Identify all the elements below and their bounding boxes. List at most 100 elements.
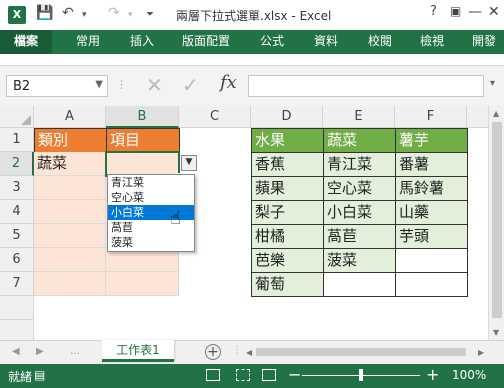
- column-header-b[interactable]: B: [106, 106, 179, 128]
- normal-view-icon[interactable]: [206, 369, 220, 381]
- tab-insert[interactable]: 插入: [124, 30, 160, 54]
- save-icon[interactable]: 💾: [36, 5, 53, 21]
- horizontal-scrollbar[interactable]: ◀ ▶: [244, 346, 488, 358]
- ribbon-display-icon[interactable]: ▣: [450, 4, 461, 18]
- cell-e6[interactable]: 菠菜: [323, 248, 396, 273]
- dropdown-arrow-button[interactable]: ▼: [181, 155, 197, 171]
- cell-f3[interactable]: 馬鈴薯: [395, 176, 468, 201]
- help-button[interactable]: ?: [430, 4, 437, 19]
- row-header-7[interactable]: 7: [0, 272, 34, 296]
- row-header-5[interactable]: 5: [0, 224, 34, 248]
- cell-d2[interactable]: 香蕉: [251, 152, 324, 177]
- row-header-3[interactable]: 3: [0, 176, 34, 200]
- cell-f5[interactable]: 芋頭: [395, 224, 468, 249]
- tab-home[interactable]: 常用: [70, 30, 106, 54]
- formula-input[interactable]: [248, 75, 484, 97]
- zoom-in-button[interactable]: +: [426, 365, 439, 384]
- cell-a3[interactable]: [34, 176, 106, 200]
- macro-record-icon[interactable]: ▤: [34, 368, 45, 382]
- column-header-f[interactable]: F: [395, 106, 467, 128]
- zoom-level[interactable]: 100%: [452, 368, 486, 382]
- tab-file[interactable]: 檔案: [0, 30, 52, 54]
- cell-e3[interactable]: 空心菜: [323, 176, 396, 201]
- scroll-up-icon[interactable]: ▲: [493, 109, 499, 118]
- tab-developer[interactable]: 開發: [466, 30, 502, 54]
- next-sheet-icon[interactable]: ▶: [36, 346, 44, 357]
- redo-dropdown-icon[interactable]: ▾: [128, 10, 133, 20]
- cell-f2[interactable]: 番薯: [395, 152, 468, 177]
- insert-function-icon[interactable]: fx: [220, 72, 237, 93]
- tab-formulas[interactable]: 公式: [254, 30, 290, 54]
- cell-d4[interactable]: 梨子: [251, 200, 324, 225]
- chevron-down-icon[interactable]: ▼: [95, 79, 103, 90]
- cell-a4[interactable]: [34, 200, 106, 224]
- dropdown-option[interactable]: 菠菜: [108, 235, 194, 250]
- column-header-g[interactable]: [467, 106, 488, 128]
- select-all-button[interactable]: [0, 106, 34, 128]
- cell-a7[interactable]: [34, 272, 106, 296]
- row-header-4[interactable]: 4: [0, 200, 34, 224]
- sheet-tab-1[interactable]: 工作表1: [102, 340, 174, 362]
- cell-a6[interactable]: [34, 248, 106, 272]
- minimize-button[interactable]: —: [468, 4, 482, 20]
- cell-d1[interactable]: 水果: [251, 128, 324, 153]
- cell-e5[interactable]: 萵苣: [323, 224, 396, 249]
- page-break-view-icon[interactable]: [262, 369, 276, 381]
- expand-formula-bar-icon[interactable]: ▾: [490, 78, 495, 89]
- sheet-more-icon[interactable]: …: [70, 346, 80, 357]
- cell-f6[interactable]: [395, 248, 468, 273]
- zoom-out-button[interactable]: −: [288, 365, 301, 384]
- page-layout-view-icon[interactable]: [236, 369, 250, 381]
- close-button[interactable]: ✕: [488, 4, 500, 20]
- tab-data[interactable]: 資料: [308, 30, 344, 54]
- column-header-e[interactable]: E: [323, 106, 395, 128]
- cell-d6[interactable]: 芭樂: [251, 248, 324, 273]
- undo-icon[interactable]: ↶: [62, 5, 74, 21]
- tab-page-layout[interactable]: 版面配置: [176, 30, 236, 54]
- cancel-icon[interactable]: ✕: [146, 73, 163, 97]
- row-header-1[interactable]: 1: [0, 128, 34, 152]
- name-box[interactable]: B2 ▼: [6, 75, 108, 97]
- scroll-left-icon[interactable]: ◀: [246, 348, 252, 357]
- cell-e4[interactable]: 小白菜: [323, 200, 396, 225]
- row-header-2[interactable]: 2: [0, 152, 34, 176]
- undo-dropdown-icon[interactable]: ▾: [82, 10, 87, 20]
- vertical-scroll-thumb[interactable]: [492, 122, 502, 318]
- cell-e2[interactable]: 青江菜: [323, 152, 396, 177]
- column-header-a[interactable]: A: [34, 106, 106, 128]
- cell-a1[interactable]: 類別: [34, 128, 107, 153]
- previous-sheet-icon[interactable]: ◀: [12, 346, 20, 357]
- cell-f1[interactable]: 薯芋: [395, 128, 468, 153]
- column-header-c[interactable]: C: [179, 106, 251, 128]
- row-header-6[interactable]: 6: [0, 248, 34, 272]
- cell-b1[interactable]: 項目: [106, 128, 180, 153]
- zoom-slider-handle[interactable]: [359, 369, 363, 381]
- dropdown-option-highlighted[interactable]: 小白菜: [108, 205, 194, 220]
- splitter-dots-icon[interactable]: ⋮: [116, 78, 127, 91]
- enter-icon[interactable]: ✓: [182, 73, 199, 97]
- redo-icon[interactable]: ↷: [108, 5, 120, 21]
- horizontal-scroll-thumb[interactable]: [256, 348, 466, 356]
- cell-d3[interactable]: 蘋果: [251, 176, 324, 201]
- cell-a2[interactable]: 蔬菜: [34, 152, 106, 176]
- cell-f7[interactable]: [395, 272, 468, 297]
- customize-toolbar-icon[interactable]: ⏷: [146, 9, 154, 20]
- scroll-down-icon[interactable]: ▼: [493, 328, 499, 337]
- cell-d5[interactable]: 柑橘: [251, 224, 324, 249]
- vertical-scrollbar[interactable]: ▲ ▼: [488, 106, 504, 340]
- add-sheet-button[interactable]: +: [205, 344, 221, 360]
- dropdown-option[interactable]: 青江菜: [108, 175, 194, 190]
- cell-d7[interactable]: 葡萄: [251, 272, 324, 297]
- cell-e7[interactable]: [323, 272, 396, 297]
- dropdown-option[interactable]: 萵苣: [108, 220, 194, 235]
- dropdown-option[interactable]: 空心菜: [108, 190, 194, 205]
- cell-f4[interactable]: 山藥: [395, 200, 468, 225]
- column-header-d[interactable]: D: [251, 106, 323, 128]
- splitter-dots-icon[interactable]: ⋮: [232, 345, 242, 356]
- cell-a5[interactable]: [34, 224, 106, 248]
- cell-b7[interactable]: [106, 272, 179, 296]
- scroll-right-icon[interactable]: ▶: [478, 348, 484, 357]
- tab-review[interactable]: 校閱: [362, 30, 398, 54]
- cell-e1[interactable]: 蔬菜: [323, 128, 396, 153]
- row-header-8[interactable]: [0, 296, 34, 320]
